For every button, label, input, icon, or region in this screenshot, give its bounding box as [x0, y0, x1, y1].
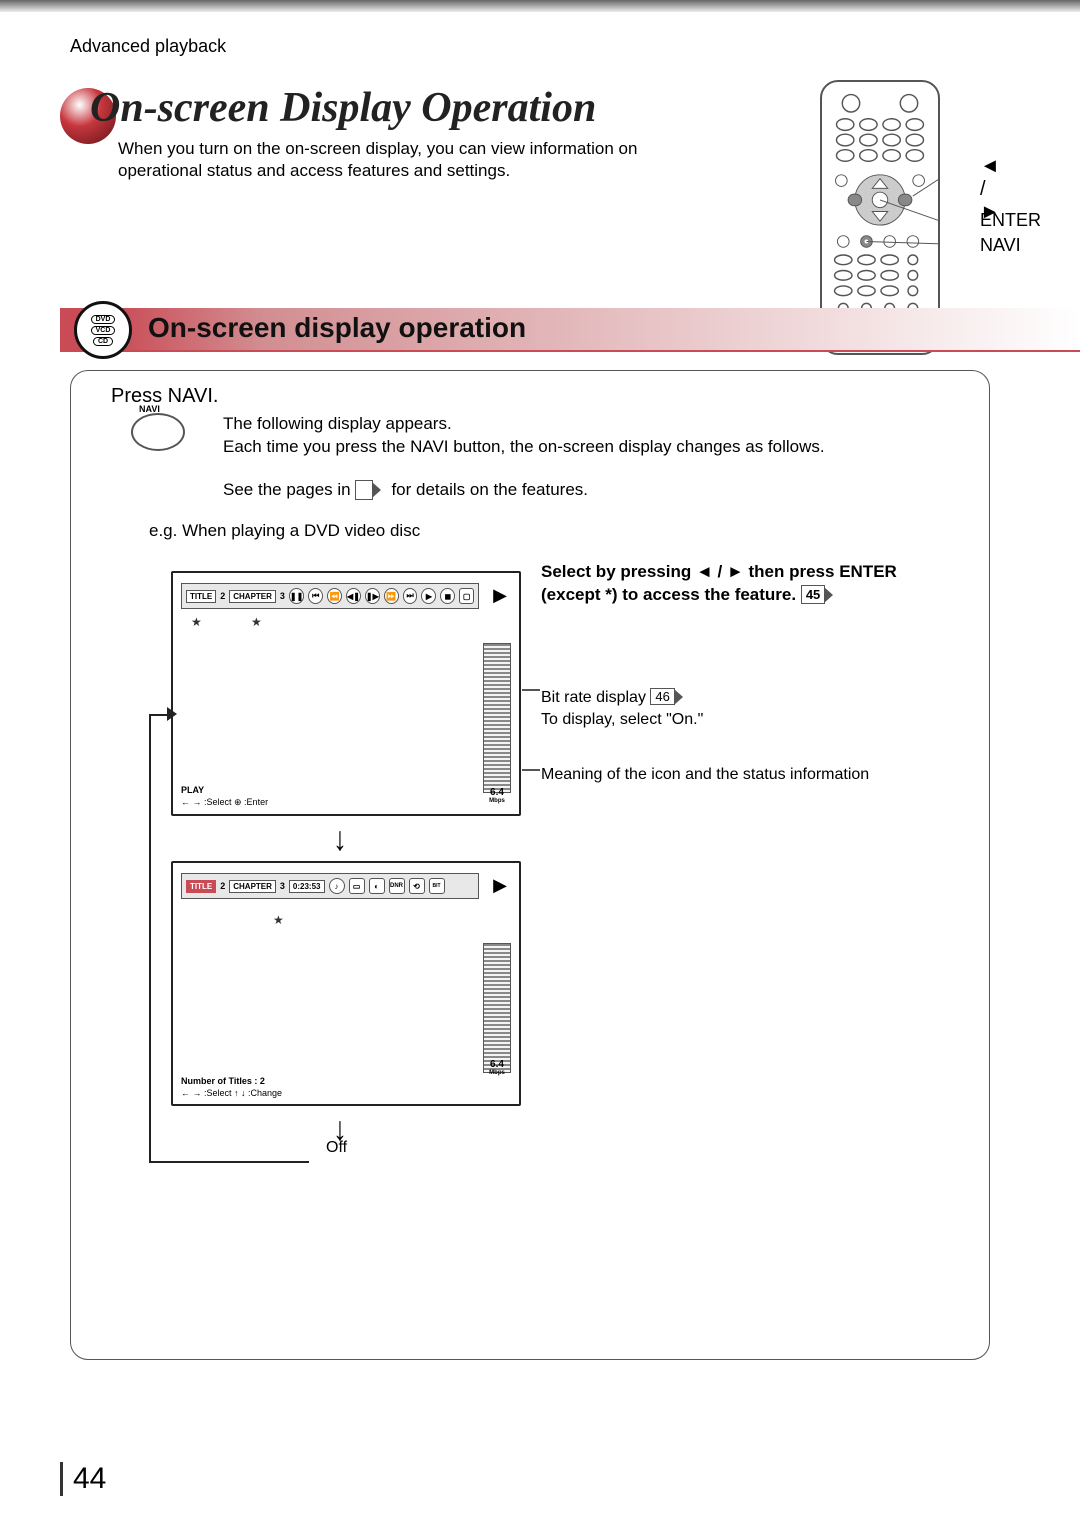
- leader-line-icon: [522, 769, 540, 771]
- play-indicator-icon: ▶: [493, 585, 507, 606]
- osd-title-value: 2: [220, 881, 225, 891]
- flow-arrowhead-icon: [167, 707, 177, 721]
- osd-screen-2: TITLE 2 CHAPTER 3 0:23:53 ♪ ▭ ◐ DNR ⟲ BI…: [171, 861, 521, 1106]
- rewind-icon: ⏪: [327, 588, 342, 604]
- page-ref-46-icon: 46: [650, 688, 674, 705]
- asterisk-marker: ★: [251, 615, 262, 629]
- osd-title-label: TITLE: [186, 590, 216, 603]
- page-number: 44: [60, 1462, 106, 1496]
- dnr-icon: DNR: [389, 878, 405, 894]
- osd-chapter-label: CHAPTER: [229, 590, 276, 603]
- osd-screen-1: TITLE 2 CHAPTER 3 ❚❚ ⏮ ⏪ ◀❚ ❚▶ ⏩ ⏭ ▶ ◼ ▢…: [171, 571, 521, 816]
- next-track-icon: ⏭: [403, 588, 418, 604]
- step-back-icon: ◀❚: [346, 588, 361, 604]
- play-indicator-icon: ▶: [493, 875, 507, 896]
- flow-line-icon: [149, 1161, 309, 1163]
- step-fwd-icon: ❚▶: [365, 588, 380, 604]
- flow-down-arrow-icon: ↓: [333, 820, 347, 858]
- bitrate-toggle-icon: BIT: [429, 878, 445, 894]
- select-instruction: Select by pressing ◄ / ► then press ENTE…: [541, 561, 951, 607]
- body-text-1: The following display appears. Each time…: [223, 413, 943, 459]
- page-header-gradient: [0, 0, 1080, 12]
- asterisk-marker: ★: [191, 615, 202, 629]
- flow-line-icon: [149, 716, 151, 1161]
- remote-enter-label: ENTER: [980, 208, 1080, 233]
- osd-time-value: 0:23:53: [289, 880, 325, 893]
- osd-chapter-label: CHAPTER: [229, 880, 276, 893]
- ffwd-icon: ⏩: [384, 588, 399, 604]
- bitrate-meter-icon: [483, 643, 511, 793]
- play-icon: ▶: [421, 588, 436, 604]
- audio-icon: ♪: [329, 878, 345, 894]
- osd-top-bar: TITLE 2 CHAPTER 3 ❚❚ ⏮ ⏪ ◀❚ ❚▶ ⏩ ⏭ ▶ ◼ ▢: [181, 583, 479, 609]
- osd-top-bar: TITLE 2 CHAPTER 3 0:23:53 ♪ ▭ ◐ DNR ⟲ BI…: [181, 873, 479, 899]
- flow-off-label: Off: [326, 1139, 347, 1157]
- meaning-note: Meaning of the icon and the status infor…: [541, 766, 869, 784]
- instruction-panel: Press NAVI. NAVI The following display a…: [70, 370, 990, 1360]
- disc-type-dvd: DVD: [91, 315, 116, 324]
- disc-types-badge: DVD VCD CD: [74, 301, 132, 359]
- angle-icon: ◐: [369, 878, 385, 894]
- page-subtitle: When you turn on the on-screen display, …: [118, 138, 718, 182]
- page-ref-45-icon: 45: [801, 585, 825, 605]
- osd-title-value: 2: [220, 591, 225, 601]
- leader-line-icon: [522, 689, 540, 691]
- body-text-2: See the pages in for details on the feat…: [223, 479, 943, 502]
- osd-chapter-value: 3: [280, 591, 285, 601]
- osd-title-label: TITLE: [186, 880, 216, 893]
- disc-type-vcd: VCD: [91, 326, 116, 335]
- asterisk-marker: ★: [273, 913, 284, 927]
- bitrate-value: 6.4Mbps: [483, 1060, 511, 1076]
- bitrate-meter-icon: [483, 943, 511, 1073]
- page-title: On-screen Display Operation: [90, 84, 596, 132]
- page-ref-placeholder-icon: [355, 480, 372, 500]
- osd-footer: PLAY ← → :Select ⊕ :Enter: [181, 785, 511, 808]
- prev-track-icon: ⏮: [308, 588, 323, 604]
- bitrate-label: Bit rate display 46: [541, 689, 675, 707]
- section-title: On-screen display operation: [148, 312, 526, 344]
- bitrate-note: To display, select "On.": [541, 711, 703, 729]
- repeat-icon: ⟲: [409, 878, 425, 894]
- breadcrumb: Advanced playback: [70, 36, 226, 57]
- remote-navi-label: NAVI: [980, 233, 1080, 258]
- pause-icon: ❚❚: [289, 588, 304, 604]
- osd-footer: Number of Titles : 2 ← → :Select ↑ ↓ :Ch…: [181, 1076, 511, 1098]
- step-title: Press NAVI.: [111, 385, 218, 408]
- marker-icon: ▢: [459, 588, 474, 604]
- example-caption: e.g. When playing a DVD video disc: [149, 521, 420, 541]
- osd-chapter-value: 3: [280, 881, 285, 891]
- stop-icon: ◼: [440, 588, 455, 604]
- subtitle-icon: ▭: [349, 878, 365, 894]
- disc-type-cd: CD: [93, 337, 113, 346]
- navi-button-icon: [131, 413, 185, 451]
- page-header: On-screen Display Operation When you tur…: [60, 80, 1040, 290]
